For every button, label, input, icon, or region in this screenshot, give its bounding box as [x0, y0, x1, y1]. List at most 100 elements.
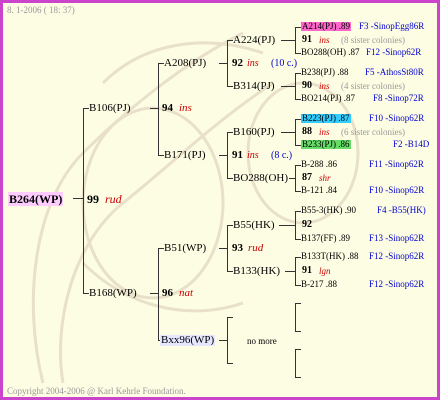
gen4-origin: F10 -Sinop62R	[369, 185, 425, 195]
connector	[285, 271, 295, 272]
gen2-queen-id[interactable]: B171(PJ)	[164, 150, 206, 161]
gen4-score: 91	[302, 34, 312, 45]
gen4-queen-id[interactable]: B-217 .88	[301, 280, 337, 289]
gen4-breeder: ins	[319, 81, 330, 91]
root-breeder: rud	[105, 192, 122, 206]
gen4-score: 92	[302, 219, 312, 230]
root-queen-id[interactable]: B264(WP)	[8, 192, 64, 206]
gen4-origin: F12 -Sinop62R	[369, 251, 425, 261]
connector	[295, 349, 296, 377]
gen4-queen-id[interactable]: B-288 .86	[301, 160, 337, 169]
gen1-score: 94	[162, 102, 173, 114]
connector	[227, 317, 228, 363]
gen4-queen-id[interactable]: B137(FF) .89	[301, 234, 350, 243]
gen4-breeder: lgn	[319, 266, 331, 276]
gen4-score: 87	[302, 172, 312, 183]
gen4-sister-note: (6 sister colonies)	[341, 127, 405, 137]
gen4-queen-id[interactable]: BO288(OH) .87	[301, 48, 360, 57]
gen4-origin: F3 -SinopEgg86R	[359, 21, 425, 31]
gen2-queen-id[interactable]: Bxx96(WP)	[160, 335, 216, 346]
connector	[219, 248, 227, 249]
gen4-breeder: ins	[319, 35, 330, 45]
connector	[83, 108, 84, 293]
gen4-score: 90	[302, 80, 312, 91]
gen4-queen-id[interactable]: B223(PJ) .87	[301, 114, 351, 123]
gen4-sister-note: (8 sister colonies)	[341, 35, 405, 45]
connector	[295, 165, 296, 191]
pedigree-frame: 8. 1-2006 ( 18: 37) Copyright 2004-2006 …	[0, 0, 440, 400]
connector	[295, 119, 296, 145]
gen1-queen-id[interactable]: B168(WP)	[89, 288, 137, 299]
connector	[227, 225, 228, 271]
gen4-origin: F12 -Sinop62R	[369, 279, 425, 289]
gen2-score: 92	[232, 57, 243, 69]
gen3-queen-id[interactable]: B55(HK)	[233, 220, 275, 231]
connector	[73, 198, 83, 199]
connector	[227, 40, 228, 86]
gen1-queen-id[interactable]: B106(PJ)	[89, 103, 131, 114]
gen4-origin: F10 -Sinop62R	[369, 113, 425, 123]
gen4-queen-id[interactable]: B238(PJ) .88	[301, 68, 349, 77]
gen2-score: 91	[232, 149, 243, 161]
gen4-queen-id[interactable]: B-121 .84	[301, 186, 337, 195]
gen3-queen-id[interactable]: B314(PJ)	[233, 81, 275, 92]
connector	[227, 132, 228, 178]
connector	[295, 349, 301, 350]
connector	[158, 63, 159, 155]
connector	[227, 363, 233, 364]
gen4-origin: F5 -AthosSt80R	[365, 67, 424, 77]
gen2-breeder: ins	[247, 150, 259, 161]
gen4-queen-id[interactable]: BO214(PJ) .87	[301, 94, 355, 103]
connector	[295, 377, 301, 378]
connector	[219, 340, 227, 341]
gen4-queen-id[interactable]: B133T(HK) .88	[301, 252, 359, 261]
gen3-queen-id[interactable]: B133(HK)	[233, 266, 280, 277]
gen4-origin: F13 -Sinop62R	[369, 233, 425, 243]
connector	[295, 303, 301, 304]
connector	[279, 225, 295, 226]
no-more-label: no more	[247, 336, 277, 346]
gen2-note: (10 c.)	[271, 58, 298, 69]
connector	[295, 27, 296, 53]
gen1-breeder: ins	[179, 102, 192, 114]
root-score: 99	[87, 192, 99, 206]
connector	[158, 248, 159, 340]
gen4-origin: F12 -Sinop62R	[366, 47, 422, 57]
gen3-queen-id[interactable]: B160(PJ)	[233, 127, 275, 138]
gen4-breeder: shr	[319, 173, 331, 183]
copyright-text: Copyright 2004-2006 @ Karl Kehrle Founda…	[7, 386, 186, 396]
gen4-queen-id[interactable]: B233(PJ) .86	[301, 140, 351, 149]
gen3-queen-id[interactable]: A224(PJ)	[233, 35, 275, 46]
gen4-origin: F11 -Sinop62R	[369, 159, 424, 169]
connector	[150, 293, 158, 294]
connector	[295, 73, 296, 99]
date-stamp: 8. 1-2006 ( 18: 37)	[7, 5, 75, 15]
connector	[281, 132, 295, 133]
connector	[295, 331, 301, 332]
gen2-breeder: rud	[248, 242, 264, 254]
connector	[150, 108, 158, 109]
gen4-origin: F8 -Sinop72R	[373, 93, 424, 103]
gen2-score: 93	[232, 242, 243, 254]
connector	[295, 303, 296, 331]
connector	[219, 63, 227, 64]
connector	[281, 40, 295, 41]
gen4-sister-note: (4 sister colonies)	[341, 81, 405, 91]
gen1-breeder: nat	[179, 287, 194, 299]
gen4-queen-id[interactable]: B55-3(HK) .90	[301, 206, 356, 215]
gen4-score: 91	[302, 265, 312, 276]
gen4-origin: F2 -B14D	[393, 139, 430, 149]
gen2-note: (8 c.)	[271, 150, 293, 161]
gen2-queen-id[interactable]: A208(PJ)	[164, 58, 206, 69]
gen4-breeder: ins	[319, 127, 330, 137]
gen4-origin: F4 -B55(HK)	[377, 205, 426, 215]
connector	[227, 317, 233, 318]
connector	[295, 257, 296, 285]
gen2-breeder: ins	[247, 58, 259, 69]
gen3-queen-id[interactable]: BO288(OH)	[233, 173, 288, 184]
gen1-score: 96	[162, 287, 173, 299]
gen4-queen-id[interactable]: A214(PJ) .89	[301, 22, 352, 31]
gen2-queen-id[interactable]: B51(WP)	[164, 243, 206, 254]
connector	[219, 155, 227, 156]
connector	[281, 86, 295, 87]
